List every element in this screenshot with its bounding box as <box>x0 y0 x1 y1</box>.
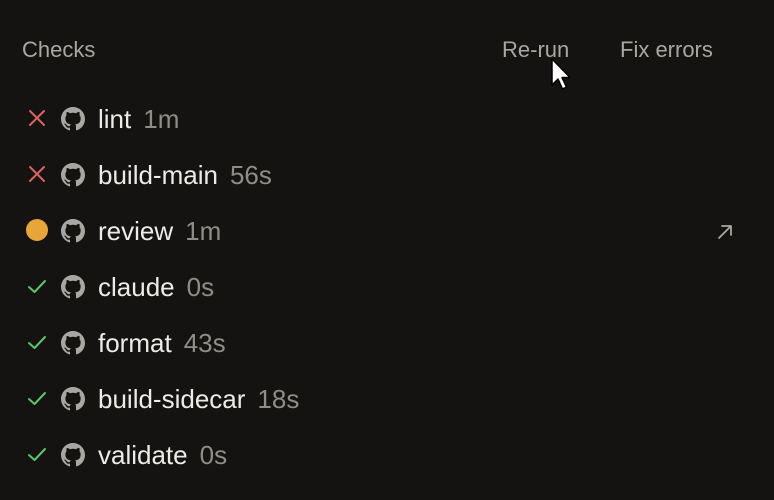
check-row-build-main[interactable]: build-main 56s <box>0 146 774 202</box>
check-icon <box>26 443 48 465</box>
check-name: review 1m <box>98 215 221 247</box>
checks-header: Checks Re-run Fix errors <box>0 0 774 100</box>
check-name: lint 1m <box>98 103 179 135</box>
check-name-label: claude <box>98 272 175 302</box>
check-row-review[interactable]: review 1m <box>0 202 774 258</box>
github-icon <box>61 163 85 187</box>
checks-title: Checks <box>22 37 96 62</box>
check-name-label: validate <box>98 440 188 470</box>
x-icon <box>26 107 48 129</box>
check-row-format[interactable]: format 43s <box>0 314 774 370</box>
check-name-label: build-sidecar <box>98 384 246 414</box>
check-row-build-sidecar[interactable]: build-sidecar 18s <box>0 370 774 426</box>
check-name: build-main 56s <box>98 159 272 191</box>
external-link-icon[interactable] <box>714 221 736 243</box>
check-icon <box>26 387 48 409</box>
check-duration: 56s <box>229 160 272 190</box>
check-duration: 1m <box>185 216 222 246</box>
pending-dot-icon <box>26 219 48 241</box>
check-duration: 18s <box>257 384 300 414</box>
check-name: format 43s <box>98 327 226 359</box>
check-name-label: lint <box>98 104 132 134</box>
check-duration: 43s <box>183 328 226 358</box>
check-duration: 0s <box>199 440 228 470</box>
check-row-claude[interactable]: claude 0s <box>0 258 774 314</box>
check-duration: 0s <box>186 272 215 302</box>
fix-errors-button[interactable]: Fix errors <box>620 36 713 64</box>
check-name-label: build-main <box>98 160 218 190</box>
checks-list: lint 1m build-main 56s review 1m claude 0s <box>0 90 774 482</box>
rerun-button[interactable]: Re-run <box>502 36 569 64</box>
check-icon <box>26 331 48 353</box>
check-name-label: review <box>98 216 174 246</box>
check-name-label: format <box>98 328 172 358</box>
check-name: claude 0s <box>98 271 214 303</box>
x-icon <box>26 163 48 185</box>
github-icon <box>61 443 85 467</box>
check-row-lint[interactable]: lint 1m <box>0 90 774 146</box>
github-icon <box>61 387 85 411</box>
github-icon <box>61 107 85 131</box>
check-duration: 1m <box>143 104 180 134</box>
check-icon <box>26 275 48 297</box>
check-row-validate[interactable]: validate 0s <box>0 426 774 482</box>
check-name: validate 0s <box>98 439 227 471</box>
github-icon <box>61 219 85 243</box>
github-icon <box>61 275 85 299</box>
check-name: build-sidecar 18s <box>98 383 299 415</box>
github-icon <box>61 331 85 355</box>
